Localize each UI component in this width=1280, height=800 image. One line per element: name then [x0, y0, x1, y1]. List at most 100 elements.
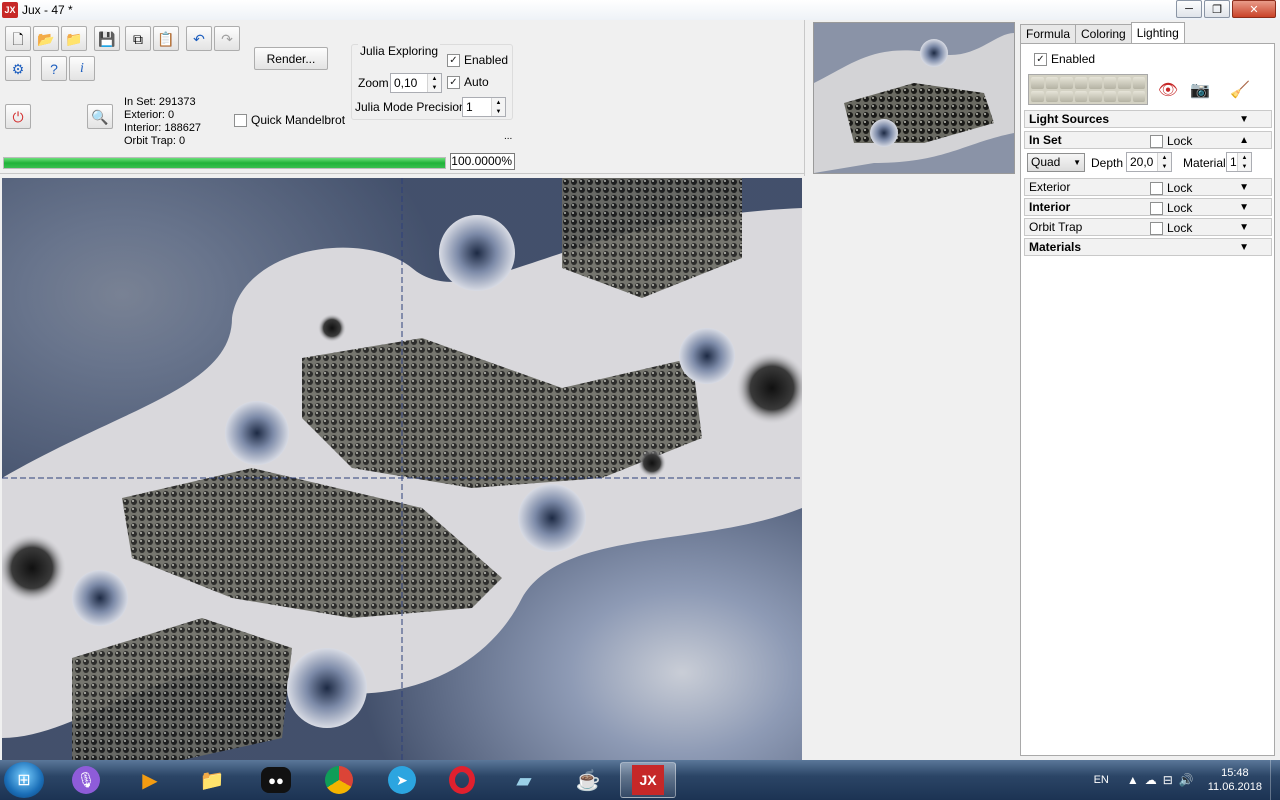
- lighting-enabled-checkbox[interactable]: ✓: [1034, 52, 1047, 66]
- light-slot[interactable]: [1118, 77, 1131, 89]
- light-slot[interactable]: [1031, 77, 1044, 89]
- orbit-trap-lock-checkbox[interactable]: [1150, 221, 1163, 235]
- help-button[interactable]: ?: [41, 56, 67, 81]
- light-slot[interactable]: [1060, 90, 1073, 102]
- redo-button[interactable]: ↷: [214, 26, 240, 51]
- chevron-down-icon[interactable]: ▼: [1239, 114, 1249, 125]
- julia-enabled-checkbox[interactable]: ✓: [447, 53, 460, 67]
- chevron-down-icon[interactable]: ▼: [1239, 182, 1249, 193]
- in-set-type-dropdown[interactable]: Quad ▼: [1027, 153, 1085, 172]
- section-exterior[interactable]: Exterior Lock ▼: [1024, 178, 1272, 196]
- in-set-lock-toggle[interactable]: Lock: [1150, 134, 1192, 148]
- interior-lock-checkbox[interactable]: [1150, 201, 1163, 215]
- new-file-button[interactable]: 🗋: [5, 26, 31, 51]
- preview-thumbnail[interactable]: [813, 22, 1015, 174]
- chevron-down-icon[interactable]: ▼: [1239, 242, 1249, 253]
- tab-lighting[interactable]: Lighting: [1130, 22, 1185, 43]
- fractal-canvas[interactable]: [2, 178, 802, 760]
- material-value[interactable]: 1: [1227, 155, 1237, 169]
- depth-spinner-arrows[interactable]: ▲ ▼: [1157, 153, 1171, 171]
- lighting-enabled-toggle[interactable]: ✓ Enabled: [1034, 52, 1095, 66]
- auto-checkbox[interactable]: ✓: [447, 75, 460, 89]
- material-spinner-arrows[interactable]: ▲ ▼: [1237, 153, 1251, 171]
- light-slot[interactable]: [1074, 77, 1087, 89]
- zoom-value[interactable]: 0,10: [391, 76, 427, 90]
- light-slot[interactable]: [1132, 90, 1145, 102]
- windows-start-button[interactable]: ⊞: [4, 762, 44, 798]
- save-button[interactable]: 💾: [94, 26, 120, 51]
- render-button[interactable]: Render...: [254, 47, 328, 70]
- chevron-up-icon[interactable]: ▲: [1239, 135, 1249, 146]
- section-orbit-trap[interactable]: Orbit Trap Lock ▼: [1024, 218, 1272, 236]
- exterior-lock-checkbox[interactable]: [1150, 181, 1163, 195]
- close-button[interactable]: ✕: [1232, 0, 1276, 18]
- chevron-down-icon[interactable]: ▼: [1239, 202, 1249, 213]
- cloud-sync-icon[interactable]: ☁: [1145, 773, 1157, 787]
- material-spinner[interactable]: 1 ▲ ▼: [1226, 152, 1252, 172]
- light-preview-button[interactable]: 👁: [1156, 78, 1180, 102]
- network-icon[interactable]: ⊟: [1163, 773, 1173, 787]
- julia-precision-spinner[interactable]: 1 ▲ ▼: [462, 97, 506, 117]
- voice-assistant-button[interactable]: 🎙: [58, 762, 114, 798]
- light-slot[interactable]: [1089, 77, 1102, 89]
- undo-button[interactable]: ↶: [186, 26, 212, 51]
- light-slot[interactable]: [1031, 90, 1044, 102]
- section-in-set[interactable]: In Set Lock ▲: [1024, 131, 1272, 149]
- section-light-sources[interactable]: Light Sources ▼: [1024, 110, 1272, 128]
- zoom-spinner-arrows[interactable]: ▲ ▼: [427, 74, 441, 92]
- light-slot[interactable]: [1132, 77, 1145, 89]
- zoom-tool-button[interactable]: 🔍: [87, 104, 113, 129]
- telegram-button[interactable]: ➤: [374, 762, 430, 798]
- info-button[interactable]: i: [69, 56, 95, 81]
- light-slot[interactable]: [1045, 90, 1058, 102]
- tab-coloring[interactable]: Coloring: [1075, 24, 1132, 43]
- interior-lock-toggle[interactable]: Lock: [1150, 201, 1192, 215]
- section-interior[interactable]: Interior Lock ▼: [1024, 198, 1272, 216]
- light-slot[interactable]: [1103, 77, 1116, 89]
- open-file-button[interactable]: 📂: [33, 26, 59, 51]
- copy-button[interactable]: ⧉: [125, 26, 151, 51]
- auto-toggle[interactable]: ✓ Auto: [447, 75, 489, 89]
- quick-mandelbrot-toggle[interactable]: Quick Mandelbrot: [234, 113, 345, 127]
- notes-app-button[interactable]: ▰: [496, 762, 552, 798]
- light-slot[interactable]: [1089, 90, 1102, 102]
- media-player-button[interactable]: ▶: [122, 762, 178, 798]
- julia-precision-value[interactable]: 1: [463, 100, 491, 114]
- depth-spinner[interactable]: 20,0 ▲ ▼: [1126, 152, 1172, 172]
- orbit-trap-lock-toggle[interactable]: Lock: [1150, 221, 1192, 235]
- minimize-button[interactable]: ─: [1176, 0, 1202, 18]
- depth-value[interactable]: 20,0: [1127, 155, 1157, 169]
- chevron-down-icon[interactable]: ▼: [1239, 222, 1249, 233]
- power-button[interactable]: ⏻: [5, 104, 31, 129]
- quick-mandelbrot-checkbox[interactable]: [234, 113, 247, 127]
- settings-button[interactable]: ⚙: [5, 56, 31, 81]
- java-button[interactable]: ☕: [560, 762, 616, 798]
- jux-taskbar-button[interactable]: JX: [620, 762, 676, 798]
- light-camera-button[interactable]: 📷: [1188, 78, 1212, 102]
- paste-button[interactable]: 📋: [153, 26, 179, 51]
- opera-button[interactable]: [434, 762, 490, 798]
- light-slot[interactable]: [1074, 90, 1087, 102]
- light-slot[interactable]: [1103, 90, 1116, 102]
- light-slot[interactable]: [1060, 77, 1073, 89]
- zoom-spinner[interactable]: 0,10 ▲ ▼: [390, 73, 442, 93]
- light-slot[interactable]: [1045, 77, 1058, 89]
- maximize-button[interactable]: ❐: [1204, 0, 1230, 18]
- open-recent-button[interactable]: 📁: [61, 26, 87, 51]
- show-hidden-icons-icon[interactable]: ▲: [1127, 773, 1139, 787]
- language-indicator[interactable]: EN: [1094, 774, 1109, 786]
- show-desktop-button[interactable]: [1270, 760, 1280, 800]
- exterior-lock-toggle[interactable]: Lock: [1150, 181, 1192, 195]
- file-explorer-button[interactable]: 📁: [184, 762, 240, 798]
- precision-spinner-arrows[interactable]: ▲ ▼: [491, 98, 505, 116]
- section-materials[interactable]: Materials ▼: [1024, 238, 1272, 256]
- panda-app-button[interactable]: ●●: [248, 762, 304, 798]
- light-slot[interactable]: [1118, 90, 1131, 102]
- in-set-lock-checkbox[interactable]: [1150, 134, 1163, 148]
- julia-enabled-toggle[interactable]: ✓ Enabled: [447, 53, 508, 67]
- light-sources-grid[interactable]: [1028, 74, 1148, 105]
- tab-formula[interactable]: Formula: [1020, 24, 1077, 43]
- volume-icon[interactable]: 🔊: [1179, 773, 1194, 787]
- chrome-button[interactable]: [311, 762, 367, 798]
- clock[interactable]: 15:48 11.06.2018: [1208, 766, 1262, 794]
